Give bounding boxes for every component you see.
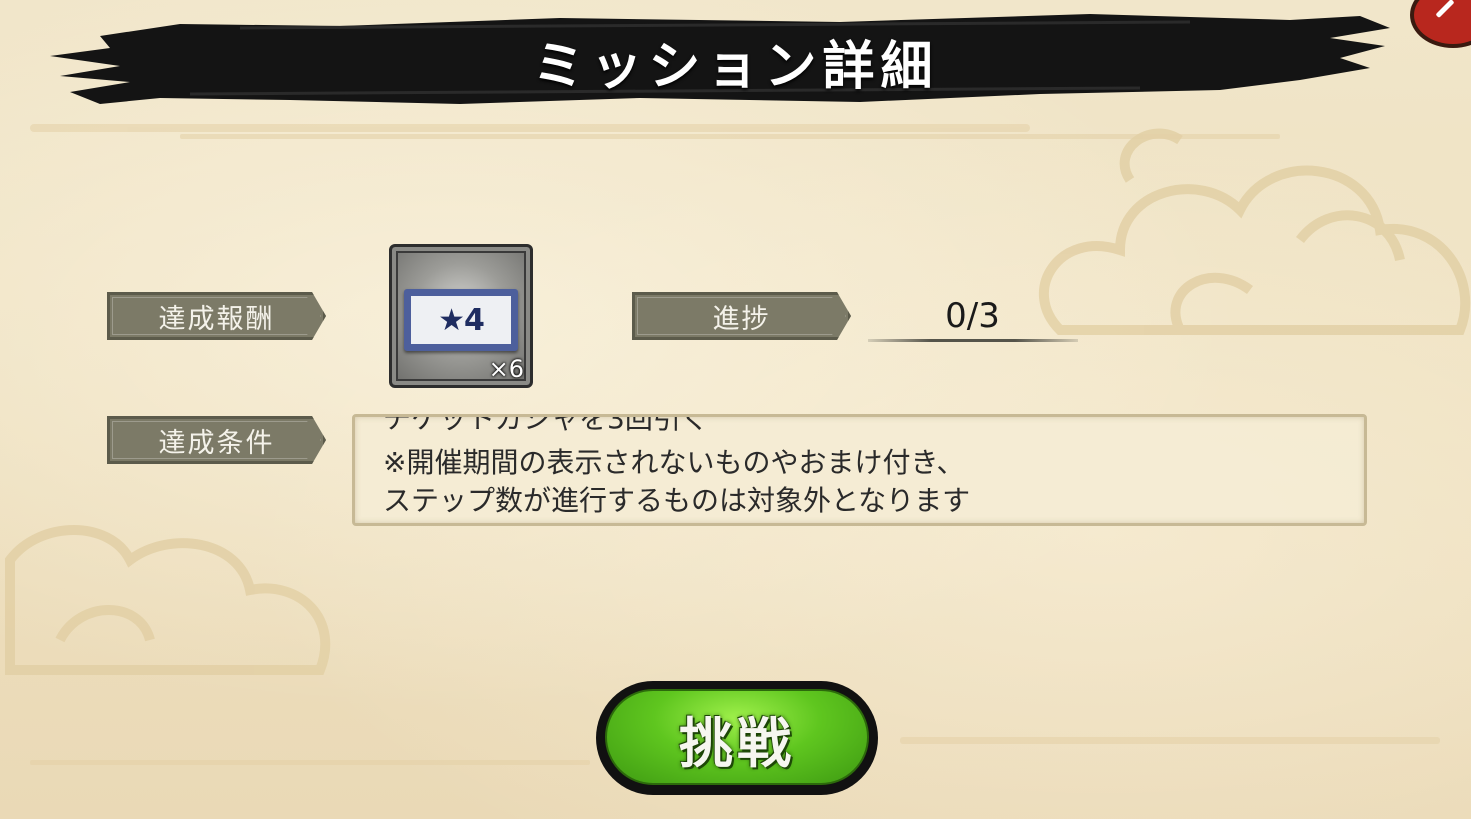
reward-label-tag: 達成報酬 [107,292,326,340]
reward-quantity: ×6 [488,355,524,383]
condition-line: ※開催期間の表示されないものやおまけ付き、 [383,446,965,479]
condition-text-box[interactable]: チケットガシャを3回引く ※開催期間の表示されないものやおまけ付き、 ステップ数… [352,414,1367,526]
condition-line: ステップ数が進行するものは対象外となります [383,484,971,517]
ticket-icon: ★4 [404,289,518,351]
progress-underline [868,339,1078,342]
reward-item[interactable]: ★4 ×6 [389,244,533,388]
close-icon [1435,0,1455,19]
progress-value: 0/3 [945,296,1000,336]
page-title: ミッション詳細 [532,37,939,97]
challenge-button-label: 挑戦 [679,711,795,775]
condition-line: チケットガシャを3回引く [383,414,709,435]
progress-label-tag: 進捗 [632,292,851,340]
ticket-rarity: ★4 [438,302,485,338]
challenge-button[interactable]: 挑戦 [596,681,878,795]
condition-label-tag: 達成条件 [107,416,326,464]
